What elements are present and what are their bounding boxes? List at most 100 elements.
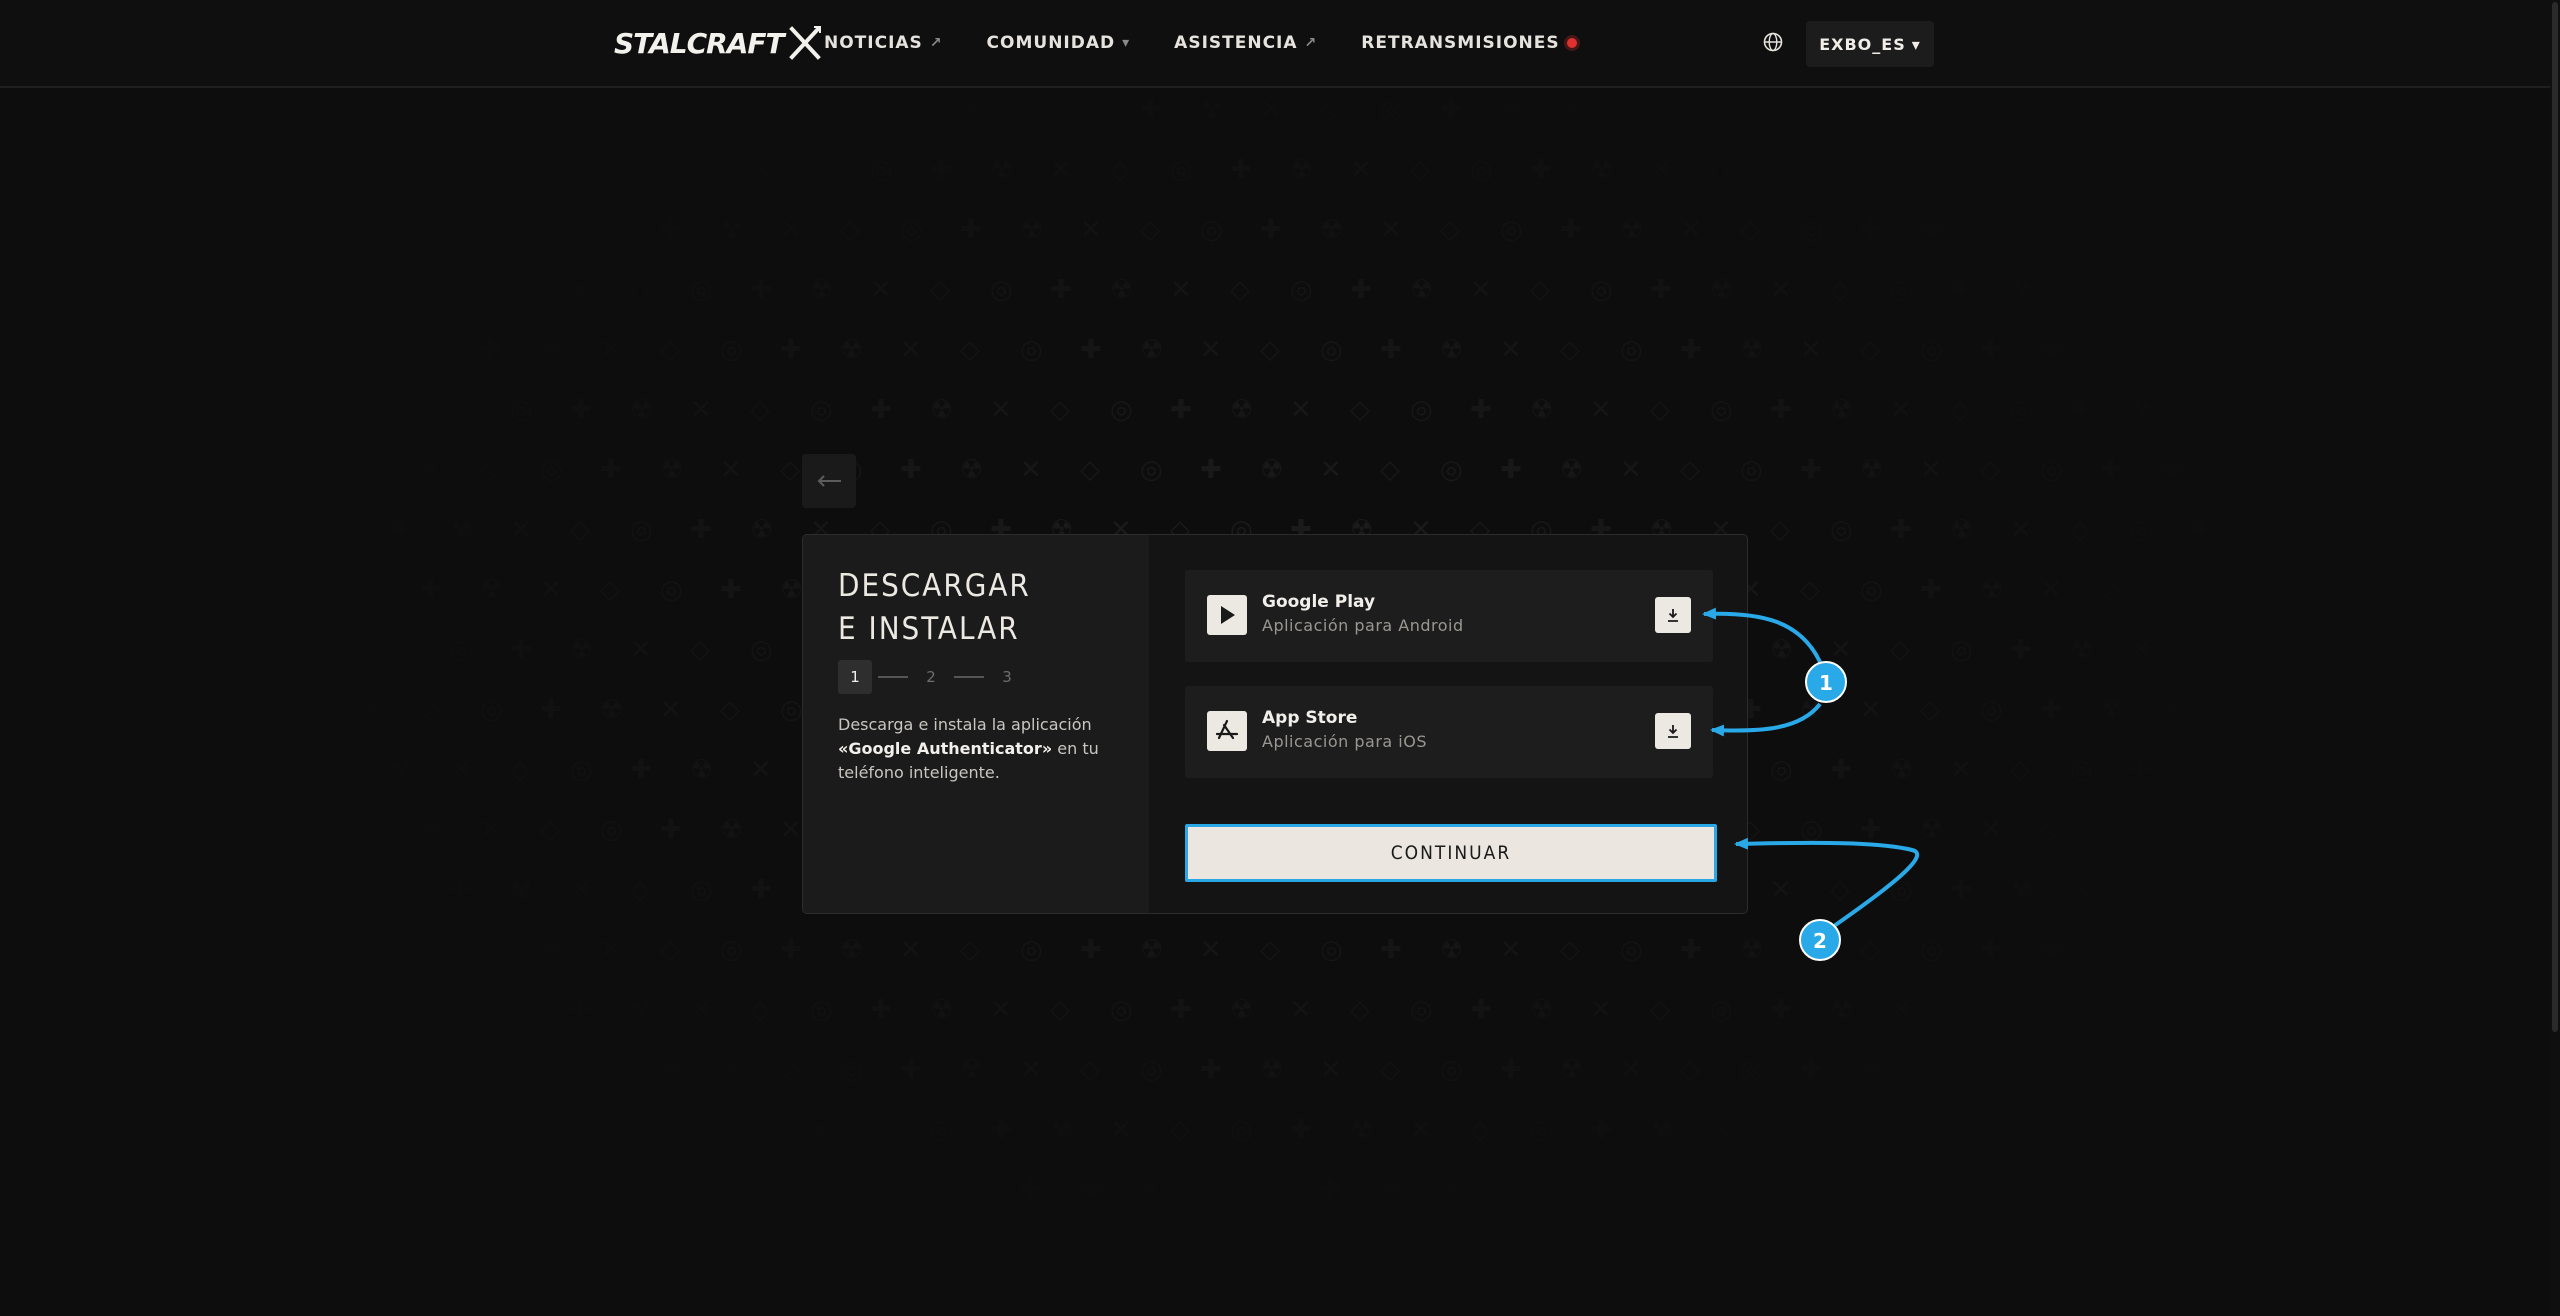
pattern-glyph: ◎ bbox=[1710, 995, 1733, 1025]
app-store-option[interactable]: App Store Aplicación para iOS bbox=[1185, 686, 1713, 778]
pattern-glyph: ✚ bbox=[1800, 1055, 1822, 1085]
pattern-glyph: ✕ bbox=[2160, 695, 2182, 725]
pattern-glyph: ✚ bbox=[1200, 1055, 1222, 1085]
pattern-glyph: ☢ bbox=[960, 455, 983, 485]
pattern-glyph: ◎ bbox=[2130, 515, 2153, 545]
pattern-glyph: ✚ bbox=[570, 395, 592, 425]
pattern-glyph: ◇ bbox=[870, 1115, 890, 1145]
pattern-glyph: ◇ bbox=[1920, 695, 1940, 725]
pattern-glyph: ◎ bbox=[1950, 635, 1973, 665]
pattern-glyph: ☢ bbox=[570, 635, 593, 665]
pattern-glyph: ☢ bbox=[990, 155, 1013, 185]
title-line-2: E INSTALAR bbox=[838, 611, 1020, 647]
page-title: DESCARGAR E INSTALAR bbox=[838, 565, 1128, 651]
pattern-glyph: ◎ bbox=[1140, 455, 1163, 485]
pattern-glyph: ☢ bbox=[660, 455, 683, 485]
pattern-glyph: ✚ bbox=[1170, 995, 1192, 1025]
pattern-glyph: ◇ bbox=[1860, 335, 1880, 365]
pattern-glyph: ◇ bbox=[1260, 935, 1280, 965]
google-play-option[interactable]: Google Play Aplicación para Android bbox=[1185, 570, 1713, 662]
pattern-glyph: ☢ bbox=[1530, 395, 1553, 425]
pattern-glyph: ✚ bbox=[2010, 635, 2032, 665]
pattern-glyph: ◇ bbox=[1440, 215, 1460, 245]
scrollbar-thumb[interactable] bbox=[2552, 2, 2558, 1032]
pattern-glyph: ✚ bbox=[780, 335, 802, 365]
pattern-glyph: ✚ bbox=[630, 755, 652, 785]
pattern-glyph: ☢ bbox=[420, 815, 443, 845]
pattern-glyph: ◇ bbox=[1890, 635, 1910, 665]
pattern-glyph: ☢ bbox=[1830, 995, 1853, 1025]
pattern-glyph: ✕ bbox=[690, 395, 712, 425]
pattern-glyph: ☢ bbox=[450, 515, 473, 545]
pattern-glyph: ◇ bbox=[2010, 755, 2030, 785]
pattern-glyph: ✕ bbox=[360, 695, 382, 725]
pattern-glyph: ☢ bbox=[1260, 1055, 1283, 1085]
pattern-glyph: ☢ bbox=[2130, 395, 2153, 425]
pattern-glyph: ◇ bbox=[1830, 875, 1850, 905]
pattern-glyph: ✚ bbox=[570, 995, 592, 1025]
pattern-glyph: ◎ bbox=[1740, 455, 1763, 485]
pattern-glyph: ✕ bbox=[1020, 455, 1042, 485]
pattern-glyph: ◎ bbox=[720, 935, 743, 965]
pattern-glyph: ◇ bbox=[1410, 155, 1430, 185]
pattern-glyph: ◎ bbox=[870, 155, 893, 185]
nav-comunidad[interactable]: COMUNIDAD ▾ bbox=[987, 33, 1131, 53]
pattern-glyph: ✕ bbox=[660, 695, 682, 725]
pattern-glyph: ☢ bbox=[900, 95, 923, 125]
download-button[interactable] bbox=[1655, 713, 1691, 749]
pattern-glyph: ✕ bbox=[480, 815, 502, 845]
pattern-glyph: ◇ bbox=[960, 935, 980, 965]
pattern-glyph: ✕ bbox=[420, 455, 442, 485]
pattern-glyph: ◇ bbox=[1560, 335, 1580, 365]
pattern-glyph: ✕ bbox=[1170, 275, 1192, 305]
pattern-glyph: ◎ bbox=[690, 275, 713, 305]
pattern-glyph: ✚ bbox=[1020, 1175, 1042, 1205]
pattern-glyph: ☢ bbox=[2040, 935, 2063, 965]
download-icon bbox=[1668, 725, 1678, 738]
pattern-glyph: ✚ bbox=[1230, 155, 1252, 185]
pattern-glyph: ◎ bbox=[1800, 815, 1823, 845]
pattern-glyph: ✚ bbox=[540, 695, 562, 725]
pattern-glyph: ◎ bbox=[570, 755, 593, 785]
pattern-glyph: ✚ bbox=[1590, 1115, 1612, 1145]
pattern-glyph: ◇ bbox=[1050, 995, 1070, 1025]
pattern-glyph: ◎ bbox=[1440, 455, 1463, 485]
account-button[interactable]: EXBO_ES ▾ bbox=[1806, 21, 1934, 67]
pattern-glyph: ☢ bbox=[1920, 215, 1943, 245]
pattern-glyph: ☢ bbox=[1980, 575, 2003, 605]
pattern-glyph: ◎ bbox=[780, 695, 803, 725]
pattern-glyph: ✕ bbox=[1500, 935, 1522, 965]
back-button[interactable] bbox=[802, 454, 856, 508]
pattern-glyph: ◇ bbox=[810, 155, 830, 185]
pattern-glyph: ✚ bbox=[930, 155, 952, 185]
pattern-glyph: ✕ bbox=[750, 755, 772, 785]
title-line-1: DESCARGAR bbox=[838, 568, 1031, 604]
pattern-glyph: ☢ bbox=[1650, 1115, 1673, 1145]
pattern-glyph: ✚ bbox=[660, 815, 682, 845]
pattern-glyph: ☢ bbox=[1230, 995, 1253, 1025]
pattern-glyph: ✕ bbox=[1200, 335, 1222, 365]
pattern-glyph: ✚ bbox=[1950, 875, 1972, 905]
pattern-glyph: ◇ bbox=[1140, 215, 1160, 245]
pattern-glyph: ◇ bbox=[1350, 395, 1370, 425]
download-button[interactable] bbox=[1655, 597, 1691, 633]
pattern-glyph: ◎ bbox=[1860, 575, 1883, 605]
stalcraft-logo[interactable]: STALCRAFT bbox=[614, 22, 822, 64]
pattern-glyph: ☢ bbox=[1590, 155, 1613, 185]
globe-icon[interactable] bbox=[1762, 31, 1784, 53]
pattern-glyph: ◎ bbox=[1710, 395, 1733, 425]
continue-button[interactable]: CONTINUAR bbox=[1185, 824, 1717, 882]
pattern-glyph: ◇ bbox=[540, 815, 560, 845]
pattern-glyph: ◎ bbox=[1440, 1055, 1463, 1085]
nav-noticias-label: NOTICIAS bbox=[824, 33, 923, 53]
step-divider bbox=[954, 676, 984, 678]
pattern-glyph: ✕ bbox=[1980, 815, 2002, 845]
nav-asistencia[interactable]: ASISTENCIA ↗ bbox=[1174, 33, 1317, 53]
nav-noticias[interactable]: NOTICIAS ↗ bbox=[824, 33, 943, 53]
pattern-glyph: ◎ bbox=[1890, 875, 1913, 905]
pattern-glyph: ◎ bbox=[2100, 815, 2123, 845]
pattern-glyph: ✕ bbox=[1380, 215, 1402, 245]
pattern-glyph: ◇ bbox=[1770, 515, 1790, 545]
nav-retransmisiones[interactable]: RETRANSMISIONES bbox=[1361, 33, 1577, 53]
pattern-glyph: ◇ bbox=[480, 455, 500, 485]
